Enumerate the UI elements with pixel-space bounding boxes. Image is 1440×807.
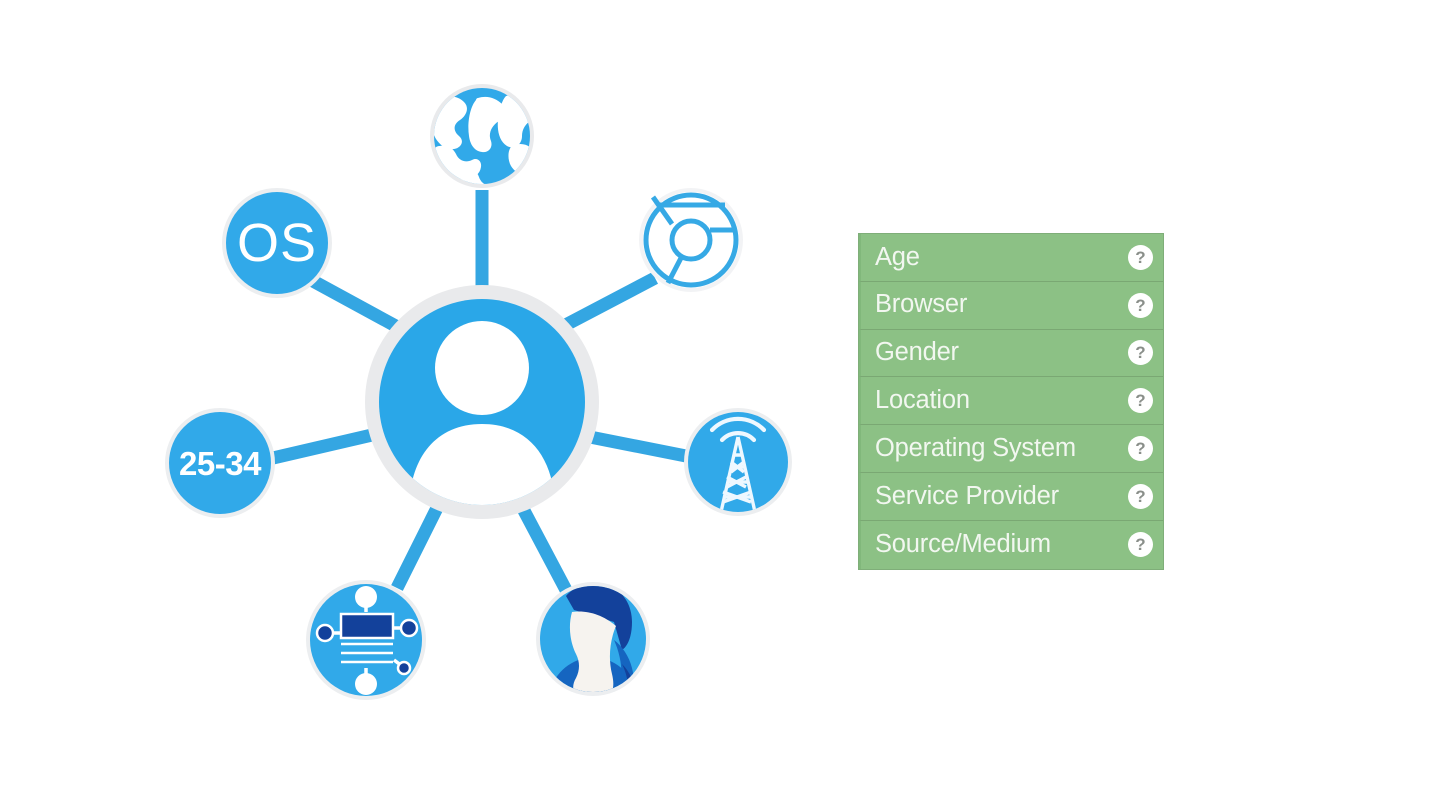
list-item[interactable]: Age ?	[859, 234, 1163, 282]
spoke-service-provider	[588, 430, 688, 463]
spoke-gender	[515, 501, 572, 594]
node-source-medium[interactable]	[306, 580, 426, 700]
spoke-source-medium	[391, 503, 444, 591]
node-browser[interactable]	[639, 188, 743, 292]
node-gender[interactable]	[536, 582, 650, 730]
help-icon[interactable]: ?	[1128, 532, 1153, 558]
help-icon[interactable]: ?	[1128, 244, 1153, 270]
spoke-operating-system	[309, 275, 407, 336]
attribute-label: Browser	[875, 290, 968, 319]
center-hub	[365, 285, 599, 519]
help-icon[interactable]: ?	[1128, 436, 1153, 462]
help-icon[interactable]: ?	[1128, 483, 1153, 509]
node-location[interactable]	[430, 84, 558, 201]
attribute-label: Service Provider	[875, 481, 1059, 510]
attribute-list: Age ? Browser ? Gender ? Location ? Oper…	[858, 233, 1164, 570]
help-icon[interactable]: ?	[1128, 388, 1153, 414]
help-icon[interactable]: ?	[1128, 340, 1153, 366]
spoke-age	[271, 428, 374, 465]
diagram-svg	[165, 84, 792, 730]
attribute-label: Source/Medium	[875, 529, 1051, 558]
list-item[interactable]: Service Provider ?	[859, 472, 1163, 521]
node-operating-system[interactable]	[222, 188, 332, 298]
attribute-label: Location	[875, 386, 970, 415]
age-range-badge	[169, 412, 271, 514]
attribute-label: Age	[875, 242, 920, 271]
list-item[interactable]: Location ?	[859, 377, 1163, 426]
attribute-label: Operating System	[875, 433, 1076, 462]
list-item[interactable]: Gender ?	[859, 329, 1163, 378]
os-badge	[226, 192, 328, 294]
attribute-label: Gender	[875, 338, 959, 367]
list-item[interactable]: Operating System ?	[859, 425, 1163, 473]
help-icon[interactable]: ?	[1128, 292, 1153, 318]
hub-and-spoke-diagram: OS 25-34	[0, 0, 840, 807]
list-item[interactable]: Source/Medium ?	[859, 520, 1163, 569]
node-service-provider[interactable]	[684, 390, 792, 516]
spoke-browser	[552, 272, 659, 336]
list-item[interactable]: Browser ?	[859, 281, 1163, 330]
node-age[interactable]	[165, 408, 275, 518]
